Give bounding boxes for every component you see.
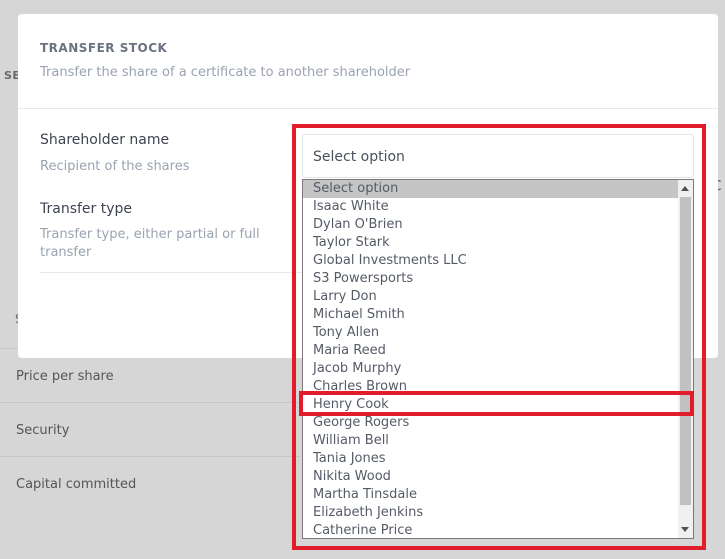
field-divider — [40, 272, 310, 273]
background-row-capital-committed: Capital committed — [0, 456, 300, 511]
modal-title: TRANSFER STOCK — [40, 41, 168, 55]
modal-subtitle: Transfer the share of a certificate to a… — [40, 65, 411, 80]
modal-header: TRANSFER STOCK Transfer the share of a c… — [18, 14, 718, 109]
background-row-security: Security — [0, 402, 300, 457]
annotation-box-dropdown — [292, 124, 706, 550]
shareholder-name-label: Shareholder name — [40, 132, 170, 148]
annotation-box-henry-cook — [299, 391, 694, 416]
transfer-type-help: Transfer type, either partial or full tr… — [40, 227, 260, 260]
transfer-type-label: Transfer type — [40, 201, 133, 217]
shareholder-name-help: Recipient of the shares — [40, 159, 190, 174]
